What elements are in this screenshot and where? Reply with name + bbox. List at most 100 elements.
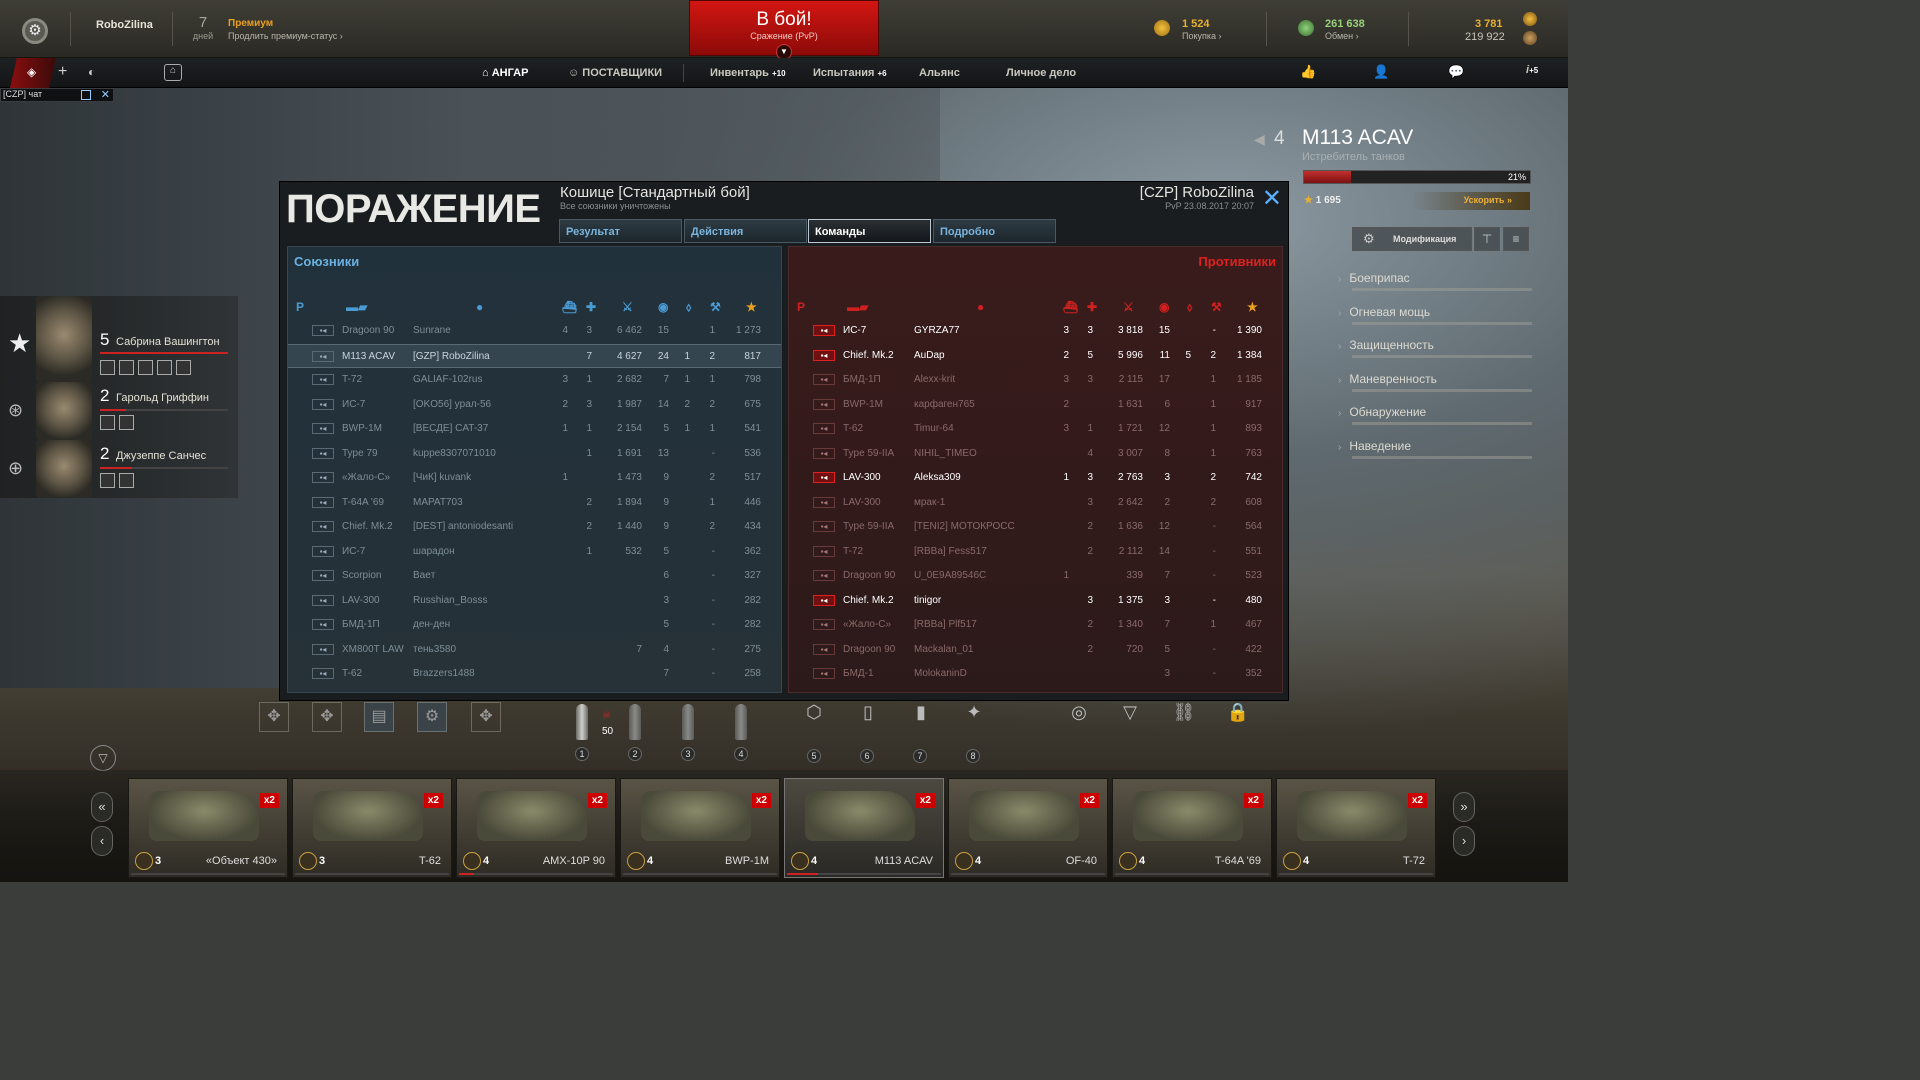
- booster-icon[interactable]: ◎: [1062, 702, 1096, 732]
- filter-icon[interactable]: ▽: [90, 745, 116, 771]
- carousel-prev-icon[interactable]: ‹: [91, 826, 113, 856]
- close-icon[interactable]: ✕: [1262, 184, 1282, 213]
- table-row[interactable]: ▪◂ Dragoon 90 U_0E9A89546C 1 339 7 - 523: [789, 564, 1282, 588]
- table-row[interactable]: ▪◂ M113 ACAV [GZP] RoboZilina 7 4 627 24 1 2 817: [288, 343, 781, 368]
- consumable-repair-icon[interactable]: ✦: [960, 702, 988, 732]
- table-row[interactable]: ▪◂ ИС-7 GYRZA77 3 3 3 818 15 - 1 390: [789, 319, 1282, 343]
- equipment-slot[interactable]: ✥: [312, 702, 342, 732]
- to-battle-button[interactable]: В бой! Сражение (PvP) ▼: [689, 0, 879, 60]
- spec-aiming[interactable]: › Наведение: [1338, 439, 1532, 459]
- table-row[interactable]: ▪◂ БМД-1 MolokaninD 3 - 352: [789, 662, 1282, 686]
- add-platoon-icon[interactable]: +: [58, 63, 67, 81]
- nav-trials[interactable]: Испытания +6: [813, 67, 887, 79]
- headset-icon[interactable]: ◐: [88, 65, 95, 79]
- vehicle-card[interactable]: x2 4 T-72: [1276, 778, 1436, 878]
- table-row[interactable]: ▪◂ Chief. Mk.2 [DEST] antoniodesanti 2 1 440…: [288, 515, 781, 539]
- table-row[interactable]: ▪◂ Scorpion Ваeт 6 - 327: [288, 564, 781, 588]
- spec-spotting[interactable]: › Обнаружение: [1338, 405, 1532, 425]
- crew-member[interactable]: ★ 5 Сабрина Вашингтон: [0, 296, 238, 382]
- table-row[interactable]: ▪◂ Type 79 kuppe8307071010 1 1 691 13 - 536: [288, 442, 781, 466]
- spec-protection[interactable]: › Защищенность: [1338, 338, 1532, 358]
- table-row[interactable]: ▪◂ ИС-7 шарадон 1 532 5 - 362: [288, 540, 781, 564]
- table-row[interactable]: ▪◂ ИС-7 [OKO56] yрал-56 2 3 1 987 14 2 2 675: [288, 393, 781, 417]
- table-row[interactable]: ▪◂ Type 59-IIA NIHIL_TIMEO 4 3 007 8 1 763: [789, 442, 1282, 466]
- consumable-box-icon[interactable]: ⬡: [800, 702, 828, 732]
- extend-premium-link[interactable]: Продлить премиум-статус ›: [228, 31, 343, 41]
- shell-slot[interactable]: [576, 704, 588, 740]
- shell-slot[interactable]: [682, 704, 694, 740]
- username[interactable]: RoboZilina: [96, 19, 153, 31]
- table-row[interactable]: ▪◂ T-62 Brazzers1488 7 - 258: [288, 662, 781, 686]
- settings-gear-icon[interactable]: ⚙: [22, 18, 48, 44]
- table-row[interactable]: ▪◂ БМД-1П ден-ден 5 - 282: [288, 613, 781, 637]
- vehicle-card[interactable]: x2 4 T-64A '69: [1112, 778, 1272, 878]
- thumbs-up-icon[interactable]: 👍: [1300, 64, 1316, 80]
- equipment-slot[interactable]: ▤: [364, 702, 394, 732]
- consumable-extinguisher-icon[interactable]: ▮: [907, 702, 935, 732]
- clan-chat-window[interactable]: [CZP] чат ✕: [0, 88, 114, 102]
- crew-skills[interactable]: [100, 360, 195, 378]
- table-row[interactable]: ▪◂ T-64A '69 MAPAT703 2 1 894 9 1 446: [288, 491, 781, 515]
- paint-roller-icon[interactable]: ⊤: [1474, 227, 1500, 251]
- table-row[interactable]: ▪◂ T-62 Timur-64 3 1 1 721 12 1 893: [789, 417, 1282, 441]
- garage-icon[interactable]: ⌂: [164, 64, 182, 81]
- vehicle-card[interactable]: x2 4 AMX-10P 90: [456, 778, 616, 878]
- table-row[interactable]: ▪◂ LAV-300 Aleksa309 1 3 2 763 3 2 742: [789, 466, 1282, 490]
- table-row[interactable]: ▪◂ BWP-1M [ВЕСДЕ] CAT-37 1 1 2 154 5 1 1 541: [288, 417, 781, 441]
- chat-bubbles-icon[interactable]: 💬: [1448, 64, 1464, 80]
- table-row[interactable]: ▪◂ T-72 GALIAF-102rus 3 1 2 682 7 1 1 798: [288, 368, 781, 392]
- table-row[interactable]: ▪◂ Chief. Mk.2 AuDap 2 5 5 996 11 5 2 1 384: [789, 344, 1282, 368]
- vehicle-card[interactable]: x2 3 T-62: [292, 778, 452, 878]
- crew-member[interactable]: ⊕ 2 Джузеппе Санчес: [0, 440, 238, 498]
- nav-inventory[interactable]: Инвентарь +10: [710, 67, 786, 79]
- table-row[interactable]: ▪◂ XM800T LAW тень3580 7 4 - 275: [288, 638, 781, 662]
- table-row[interactable]: ▪◂ БМД-1П Alexx-krit 3 3 2 115 17 1 1 185: [789, 368, 1282, 392]
- carousel-next-icon[interactable]: ›: [1453, 826, 1475, 856]
- table-row[interactable]: ▪◂ «Жало-С» [ЧиК] kuvank 1 1 473 9 2 517: [288, 466, 781, 490]
- carousel-last-icon[interactable]: »: [1453, 792, 1475, 822]
- tab-details[interactable]: Подробно: [933, 219, 1056, 243]
- table-row[interactable]: ▪◂ LAV-300 Russhian_Bosss 3 - 282: [288, 589, 781, 613]
- booster-chain-icon[interactable]: ⛓: [1170, 702, 1198, 732]
- nav-alliance[interactable]: Альянс: [919, 67, 960, 79]
- crew-skills[interactable]: [100, 473, 138, 491]
- table-row[interactable]: ▪◂ T-72 [RBBa] Fess517 2 2 112 14 - 551: [789, 540, 1282, 564]
- vehicle-card[interactable]: x2 3 «Объект 430»: [128, 778, 288, 878]
- table-row[interactable]: ▪◂ Dragoon 90 Sunrane 4 3 6 462 15 1 1 273: [288, 319, 781, 343]
- accelerate-button[interactable]: Ускорить »: [1412, 192, 1530, 210]
- maximize-icon[interactable]: [81, 90, 91, 100]
- nav-suppliers[interactable]: ☺ ПОСТАВЩИКИ: [568, 67, 662, 79]
- close-icon[interactable]: ✕: [101, 88, 110, 101]
- equipment-slot[interactable]: ✥: [259, 702, 289, 732]
- tab-teams[interactable]: Команды: [808, 219, 931, 243]
- table-row[interactable]: ▪◂ Chief. Mk.2 tinigor 3 1 375 3 - 480: [789, 589, 1282, 613]
- table-row[interactable]: ▪◂ Type 59-IIA [TENI2] МОТОКРОСС 2 1 636 12 - 5…: [789, 515, 1282, 539]
- vehicle-card[interactable]: x2 4 OF-40: [948, 778, 1108, 878]
- vehicle-card[interactable]: x2 4 M113 ACAV: [784, 778, 944, 878]
- tab-result[interactable]: Результат: [559, 219, 682, 243]
- table-row[interactable]: ▪◂ LAV-300 мрак-1 3 2 642 2 2 608: [789, 491, 1282, 515]
- spec-mobility[interactable]: › Маневренность: [1338, 372, 1532, 392]
- booster-bucket-icon[interactable]: ▽: [1116, 702, 1144, 732]
- crew-skills[interactable]: [100, 415, 138, 433]
- table-row[interactable]: ▪◂ «Жало-С» [RBBa] Plf517 2 1 340 7 1 467: [789, 613, 1282, 637]
- table-row[interactable]: ▪◂ Dragoon 90 Mackalan_01 2 720 5 - 422: [789, 638, 1282, 662]
- info-icon[interactable]: i+5: [1526, 64, 1538, 76]
- vehicle-card[interactable]: x2 4 BWP-1M: [620, 778, 780, 878]
- equipment-slot[interactable]: ⚙: [417, 702, 447, 732]
- equipment-slot[interactable]: ✥: [471, 702, 501, 732]
- spec-ammo[interactable]: › Боеприпас: [1338, 271, 1532, 291]
- tab-actions[interactable]: Действия: [684, 219, 807, 243]
- exchange-link[interactable]: Обмен ›: [1325, 31, 1359, 41]
- consumable-canister-icon[interactable]: ▯: [854, 702, 882, 732]
- table-row[interactable]: ▪◂ BWP-1M карфаген765 2 1 631 6 1 917: [789, 393, 1282, 417]
- shell-slot[interactable]: [629, 704, 641, 740]
- spec-firepower[interactable]: › Огневая мощь: [1338, 305, 1532, 325]
- list-icon[interactable]: ≡: [1503, 227, 1529, 251]
- shell-slot[interactable]: [735, 704, 747, 740]
- nav-hangar[interactable]: ⌂ АНГАР: [482, 67, 528, 79]
- nav-personal-file[interactable]: Личное дело: [1006, 67, 1076, 79]
- buy-gold-link[interactable]: Покупка ›: [1182, 31, 1222, 41]
- crew-member[interactable]: ⊛ 2 Гарольд Гриффин: [0, 382, 238, 440]
- carousel-first-icon[interactable]: «: [91, 792, 113, 822]
